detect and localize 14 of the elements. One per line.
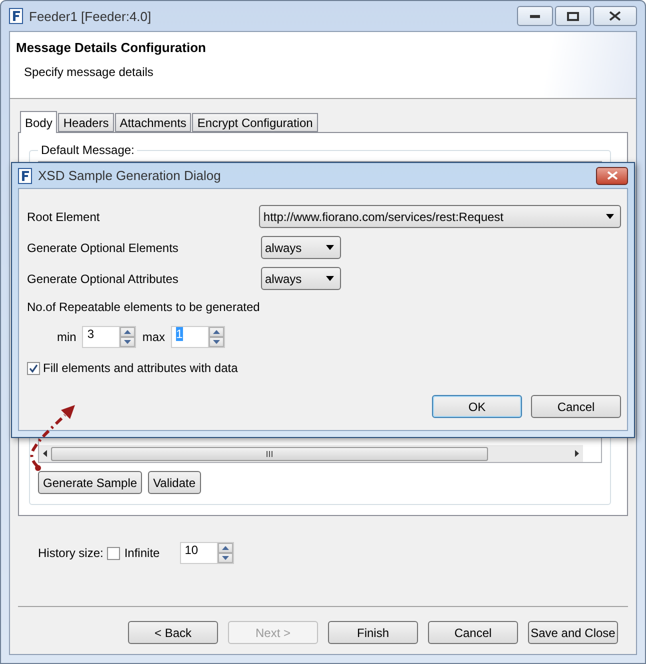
page-subtitle: Specify message details [23,65,154,79]
dialog-title: XSD Sample Generation Dialog [38,168,221,183]
max-label: max [142,330,166,344]
checkbox-label: Fill elements and attributes with data [43,361,238,375]
window-title: Feeder1 [Feeder:4.0] [29,8,152,24]
min-label: min [57,330,76,344]
field-label: Generate Optional Attributes [27,272,180,286]
group-label: Default Message: [40,143,136,157]
page-title: Message Details Configuration [16,40,207,55]
field-label: No.of Repeatable elements to be generated [27,300,261,314]
checkbox-label: Infinite [124,546,160,560]
field-label: Generate Optional Elements [27,240,180,254]
field-label: Root Element [27,210,101,224]
history-label: History size: [38,546,104,560]
